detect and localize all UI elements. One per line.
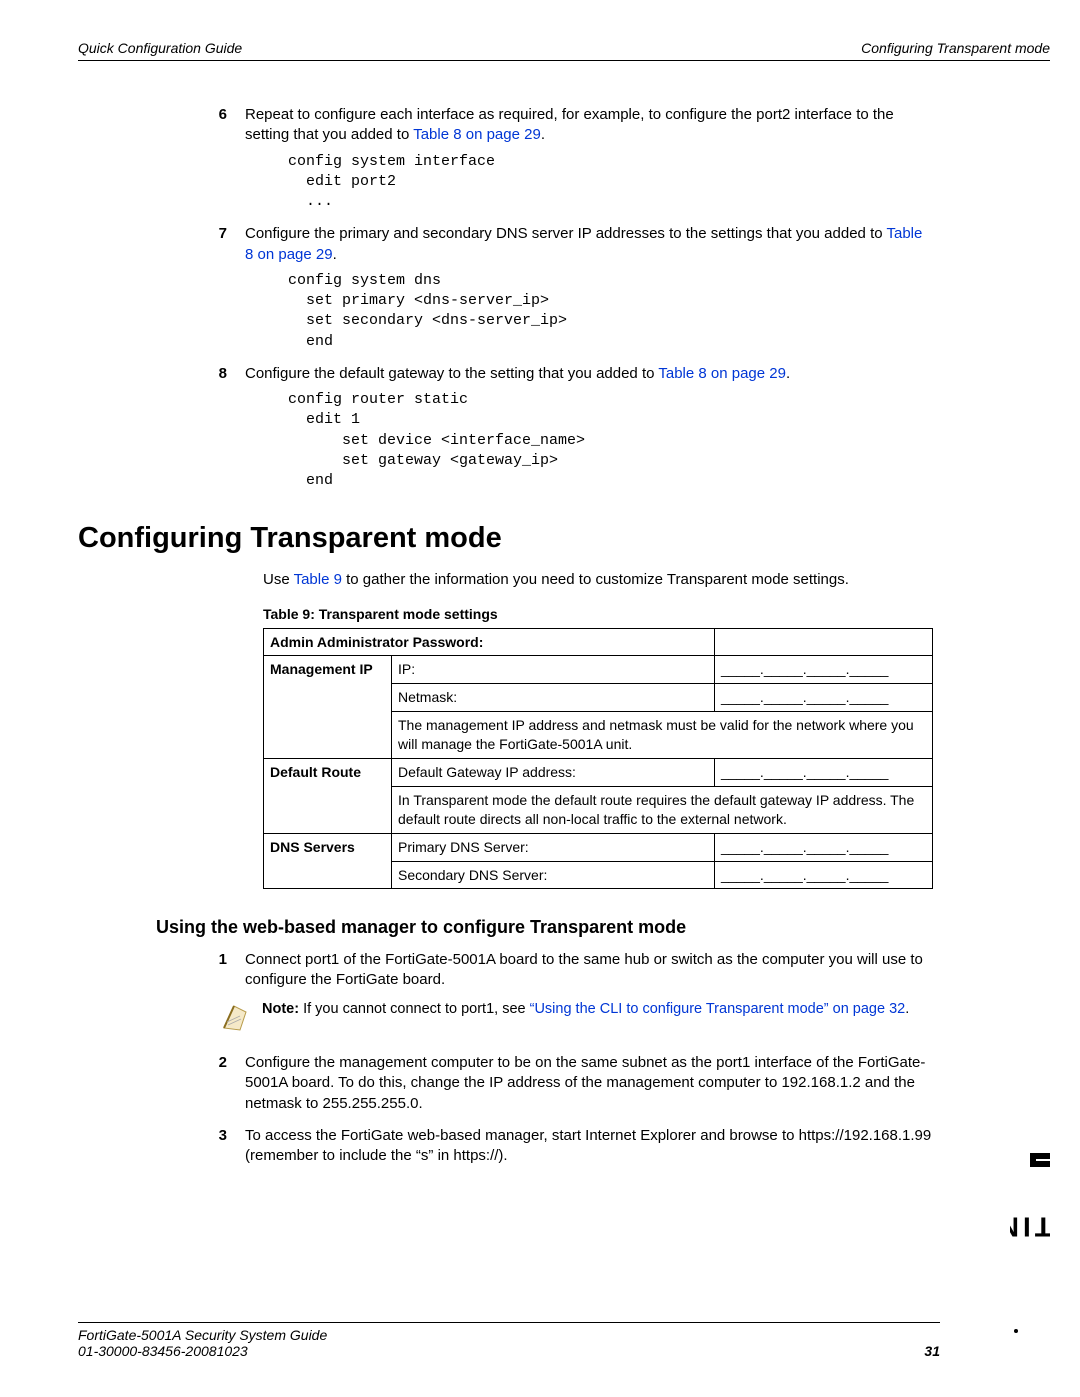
gateway-label: Default Gateway IP address: <box>392 758 715 786</box>
step-text: Connect port1 of the FortiGate-5001A boa… <box>245 950 932 991</box>
step-8: 8 Configure the default gateway to the s… <box>78 364 932 384</box>
step-number: 7 <box>78 224 245 265</box>
table-row: DNS Servers Primary DNS Server: _____.__… <box>264 833 933 861</box>
page-header: Quick Configuration Guide Configuring Tr… <box>78 40 1050 61</box>
table-row: Default Route Default Gateway IP address… <box>264 758 933 786</box>
default-route-note: In Transparent mode the default route re… <box>392 786 933 833</box>
table-row: Management IP IP: _____._____._____.____… <box>264 656 933 684</box>
step-number: 6 <box>78 105 245 146</box>
section-heading: Configuring Transparent mode <box>78 519 932 558</box>
netmask-value: _____._____._____._____ <box>715 684 933 712</box>
note: Note: If you cannot connect to port1, se… <box>220 1000 932 1039</box>
xref-link[interactable]: Table 8 on page 29 <box>658 365 786 382</box>
code-block: config system dns set primary <dns-serve… <box>288 271 932 352</box>
step-b1: 1 Connect port1 of the FortiGate-5001A b… <box>78 950 932 991</box>
step-text: Configure the management computer to be … <box>245 1053 932 1114</box>
page-number: 31 <box>924 1343 940 1359</box>
xref-link[interactable]: “Using the CLI to configure Transparent … <box>530 1001 906 1017</box>
header-left: Quick Configuration Guide <box>78 40 242 56</box>
step-b2: 2 Configure the management computer to b… <box>78 1053 932 1114</box>
footer-line2: 01-30000-83456-20081023 <box>78 1343 248 1359</box>
ip-value: _____._____._____._____ <box>715 656 933 684</box>
page-footer: FortiGate-5001A Security System Guide 01… <box>78 1322 940 1359</box>
header-right: Configuring Transparent mode <box>861 40 1050 56</box>
note-icon <box>220 1000 262 1039</box>
page-content: 6 Repeat to configure each interface as … <box>78 105 932 1170</box>
subsection-heading: Using the web-based manager to configure… <box>156 915 932 939</box>
step-text: Repeat to configure each interface as re… <box>245 105 932 146</box>
page: Quick Configuration Guide Configuring Tr… <box>0 0 1080 1397</box>
footer-line1: FortiGate-5001A Security System Guide <box>78 1327 940 1343</box>
step-text: Configure the default gateway to the set… <box>245 364 932 384</box>
management-ip-note: The management IP address and netmask mu… <box>392 712 933 759</box>
step-number: 2 <box>78 1053 245 1114</box>
step-number: 3 <box>78 1126 245 1167</box>
primary-dns-value: _____._____._____._____ <box>715 833 933 861</box>
step-b3: 3 To access the FortiGate web-based mana… <box>78 1126 932 1167</box>
step-number: 8 <box>78 364 245 384</box>
primary-dns-label: Primary DNS Server: <box>392 833 715 861</box>
xref-link[interactable]: Table 8 on page 29 <box>413 126 541 143</box>
step-text: To access the FortiGate web-based manage… <box>245 1126 932 1167</box>
ip-label: IP: <box>392 656 715 684</box>
code-block: config system interface edit port2 ... <box>288 152 932 213</box>
step-7: 7 Configure the primary and secondary DN… <box>78 224 932 265</box>
note-text: Note: If you cannot connect to port1, se… <box>262 1000 932 1039</box>
step-6: 6 Repeat to configure each interface as … <box>78 105 932 146</box>
step-number: 1 <box>78 950 245 991</box>
default-route-label: Default Route <box>264 758 392 833</box>
dns-servers-label: DNS Servers <box>264 833 392 889</box>
table-caption: Table 9: Transparent mode settings <box>263 605 932 624</box>
secondary-dns-value: _____._____._____._____ <box>715 861 933 889</box>
management-ip-label: Management IP <box>264 656 392 759</box>
secondary-dns-label: Secondary DNS Server: <box>392 861 715 889</box>
brand-logo: F RTINET <box>1010 1117 1050 1337</box>
admin-password-value <box>715 628 933 656</box>
section-intro: Use Table 9 to gather the information yo… <box>263 570 932 590</box>
svg-text:F RTINET: F RTINET <box>1010 1212 1050 1243</box>
gateway-value: _____._____._____._____ <box>715 758 933 786</box>
netmask-label: Netmask: <box>392 684 715 712</box>
table-row: Admin Administrator Password: <box>264 628 933 656</box>
xref-link[interactable]: Table 9 <box>294 571 342 588</box>
code-block: config router static edit 1 set device <… <box>288 390 932 491</box>
settings-table: Admin Administrator Password: Management… <box>263 628 933 890</box>
step-text: Configure the primary and secondary DNS … <box>245 224 932 265</box>
admin-password-label: Admin Administrator Password: <box>264 628 715 656</box>
